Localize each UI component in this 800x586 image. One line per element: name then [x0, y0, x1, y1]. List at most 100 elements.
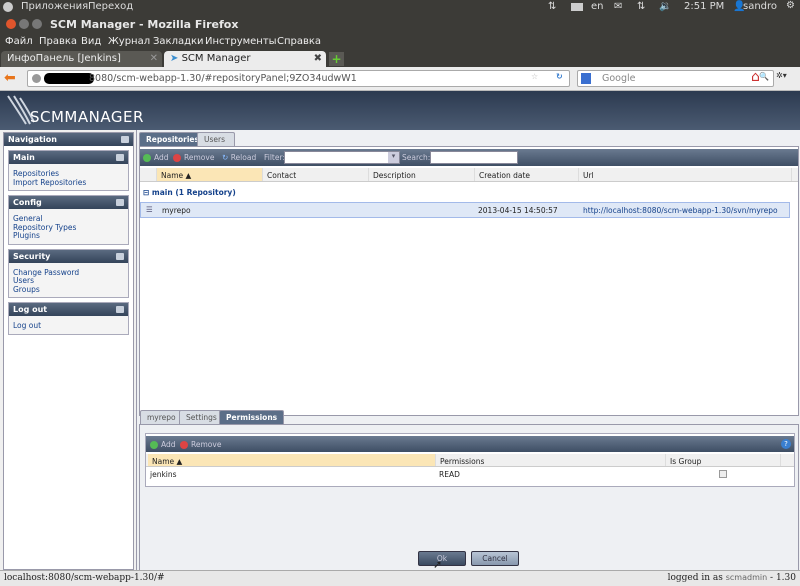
remove-button[interactable]: Remove [173, 153, 214, 162]
collapse-icon[interactable] [116, 154, 124, 161]
redacted-host [44, 73, 94, 84]
nav-section-security: Security Change Password Users Groups [8, 248, 129, 298]
add-icon [150, 441, 158, 449]
column-description[interactable]: Description [369, 168, 475, 181]
remove-icon [173, 154, 181, 162]
permission-add-button[interactable]: Add [150, 440, 176, 449]
group-row-main[interactable]: ⊟ main (1 Repository) [143, 188, 236, 197]
bookmark-star-icon[interactable]: ☆ [531, 72, 538, 81]
help-icon[interactable]: ? [781, 439, 791, 449]
column-creation-date[interactable]: Creation date [475, 168, 579, 181]
nav-logout[interactable]: Log out [13, 321, 124, 331]
search-label: Search: [402, 153, 431, 162]
tab-label: Users [204, 135, 226, 144]
table-row[interactable]: jenkins READ [146, 468, 786, 482]
expander-column [140, 168, 157, 181]
reload-icon[interactable]: ↻ [556, 72, 563, 81]
addon-icon[interactable]: ✲▾ [776, 71, 787, 80]
network-icon[interactable]: ⇅ [548, 1, 556, 12]
filter-combobox[interactable]: ▾ [284, 151, 400, 164]
new-tab-button[interactable]: + [329, 52, 344, 66]
add-button[interactable]: Add [143, 153, 169, 162]
volume-icon[interactable]: 🔉 [659, 1, 671, 12]
main-panel: Repositories Users ⊠ Add Remove ↻ Reload… [136, 130, 800, 571]
column-url[interactable]: Url [579, 168, 792, 181]
section-header: Main [9, 151, 128, 164]
chevron-down-icon[interactable]: ▾ [388, 152, 399, 163]
close-window-icon[interactable] [6, 19, 16, 29]
menu-tools[interactable]: Инструменты [205, 36, 277, 47]
add-label: Add [161, 440, 176, 449]
permissions-toolbar: Add Remove ? [146, 436, 794, 452]
column-perm-name[interactable]: Name ▲ [148, 454, 436, 466]
menu-edit[interactable]: Правка [39, 36, 77, 47]
gear-icon[interactable]: ⚙ [786, 0, 795, 11]
navigation-title: Navigation [8, 135, 57, 144]
nav-plugins[interactable]: Plugins [13, 231, 124, 241]
keyboard-layout[interactable]: en [591, 1, 604, 12]
search-bar[interactable]: Google 🔍 [577, 70, 774, 87]
cancel-button[interactable]: Cancel [471, 551, 519, 566]
minimize-window-icon[interactable] [19, 19, 29, 29]
clock[interactable]: 2:51 PM [684, 1, 724, 12]
table-row[interactable]: ☰ myrepo 2013-04-15 14:50:57 http://loca… [140, 202, 790, 218]
app-version: - 1.30 [770, 573, 796, 583]
is-group-checkbox[interactable] [719, 470, 727, 478]
home-icon[interactable]: ⌂ [751, 69, 760, 85]
keyboard-icon[interactable] [571, 3, 583, 11]
login-status: logged in as scmadmin - 1.30 [668, 573, 796, 583]
url-bar[interactable]: 8080/scm-webapp-1.30/#repositoryPanel;9Z… [27, 70, 570, 87]
menu-help[interactable]: Справка [277, 36, 321, 47]
collapse-icon[interactable] [121, 136, 129, 143]
menu-file[interactable]: Файл [5, 36, 33, 47]
menu-history[interactable]: Журнал [108, 36, 150, 47]
close-tab-icon[interactable]: ✕ [150, 53, 158, 64]
nav-groups[interactable]: Groups [13, 285, 124, 295]
column-contact[interactable]: Contact [263, 168, 369, 181]
browser-tab-scm-manager[interactable]: ➤ SCM Manager ✖ [164, 51, 326, 68]
ubuntu-logo-icon[interactable] [3, 2, 13, 12]
reload-button[interactable]: ↻ Reload [222, 153, 256, 162]
browser-tab-jenkins[interactable]: ИнфоПанель [Jenkins] ✕ [1, 51, 162, 68]
collapse-icon[interactable] [116, 252, 124, 260]
column-name[interactable]: Name ▲ [157, 168, 263, 181]
back-arrow-icon[interactable]: ⬅ [4, 70, 16, 86]
status-bar: localhost:8080/scm-webapp-1.30/# logged … [0, 570, 800, 586]
os-menu-places[interactable]: Переход [88, 1, 133, 12]
menu-view[interactable]: Вид [81, 36, 101, 47]
permission-remove-button[interactable]: Remove [180, 440, 221, 449]
repo-url-link[interactable]: http://localhost:8080/scm-webapp-1.30/sv… [583, 206, 778, 215]
tab-myrepo[interactable]: myrepo [140, 410, 183, 424]
maximize-window-icon[interactable] [32, 19, 42, 29]
google-engine-icon[interactable] [581, 73, 591, 84]
column-permissions[interactable]: Permissions [436, 454, 666, 466]
search-icon[interactable]: 🔍 [759, 72, 769, 81]
reload-label: Reload [230, 153, 257, 162]
svn-repository-icon: ☰ [146, 205, 153, 214]
os-menu-apps[interactable]: Приложения [21, 1, 88, 12]
close-tab-icon[interactable]: ✖ [314, 53, 322, 64]
perm-level[interactable]: READ [439, 470, 460, 479]
collapse-icon[interactable] [116, 199, 124, 206]
tab-permissions[interactable]: Permissions [219, 410, 285, 424]
app-logo: SCMMANAGER [30, 108, 144, 126]
mail-icon[interactable]: ✉ [614, 1, 622, 12]
logged-prefix: logged in as [667, 573, 723, 583]
user-name[interactable]: sandro [743, 1, 777, 12]
nav-import-repositories[interactable]: Import Repositories [13, 178, 124, 188]
search-input[interactable]: Google [602, 73, 636, 84]
reload-icon: ↻ [222, 153, 229, 162]
perm-user-name[interactable]: jenkins [150, 470, 177, 479]
permissions-header: Name ▲ Permissions Is Group [146, 454, 794, 467]
collapse-group-icon[interactable]: ⊟ [143, 188, 149, 197]
collapse-icon[interactable] [116, 306, 124, 313]
column-is-group[interactable]: Is Group [666, 454, 781, 466]
tab-repositories[interactable]: Repositories [139, 132, 206, 146]
tab-users[interactable]: Users ⊠ [197, 132, 235, 153]
repository-search-input[interactable] [430, 151, 518, 164]
menu-bookmarks[interactable]: Закладки [153, 36, 204, 47]
filter-label: Filter: [264, 153, 285, 162]
tab-settings[interactable]: Settings [179, 410, 224, 424]
transfer-icon[interactable]: ⇅ [637, 1, 645, 12]
window-title: SCM Manager - Mozilla Firefox [50, 18, 239, 31]
